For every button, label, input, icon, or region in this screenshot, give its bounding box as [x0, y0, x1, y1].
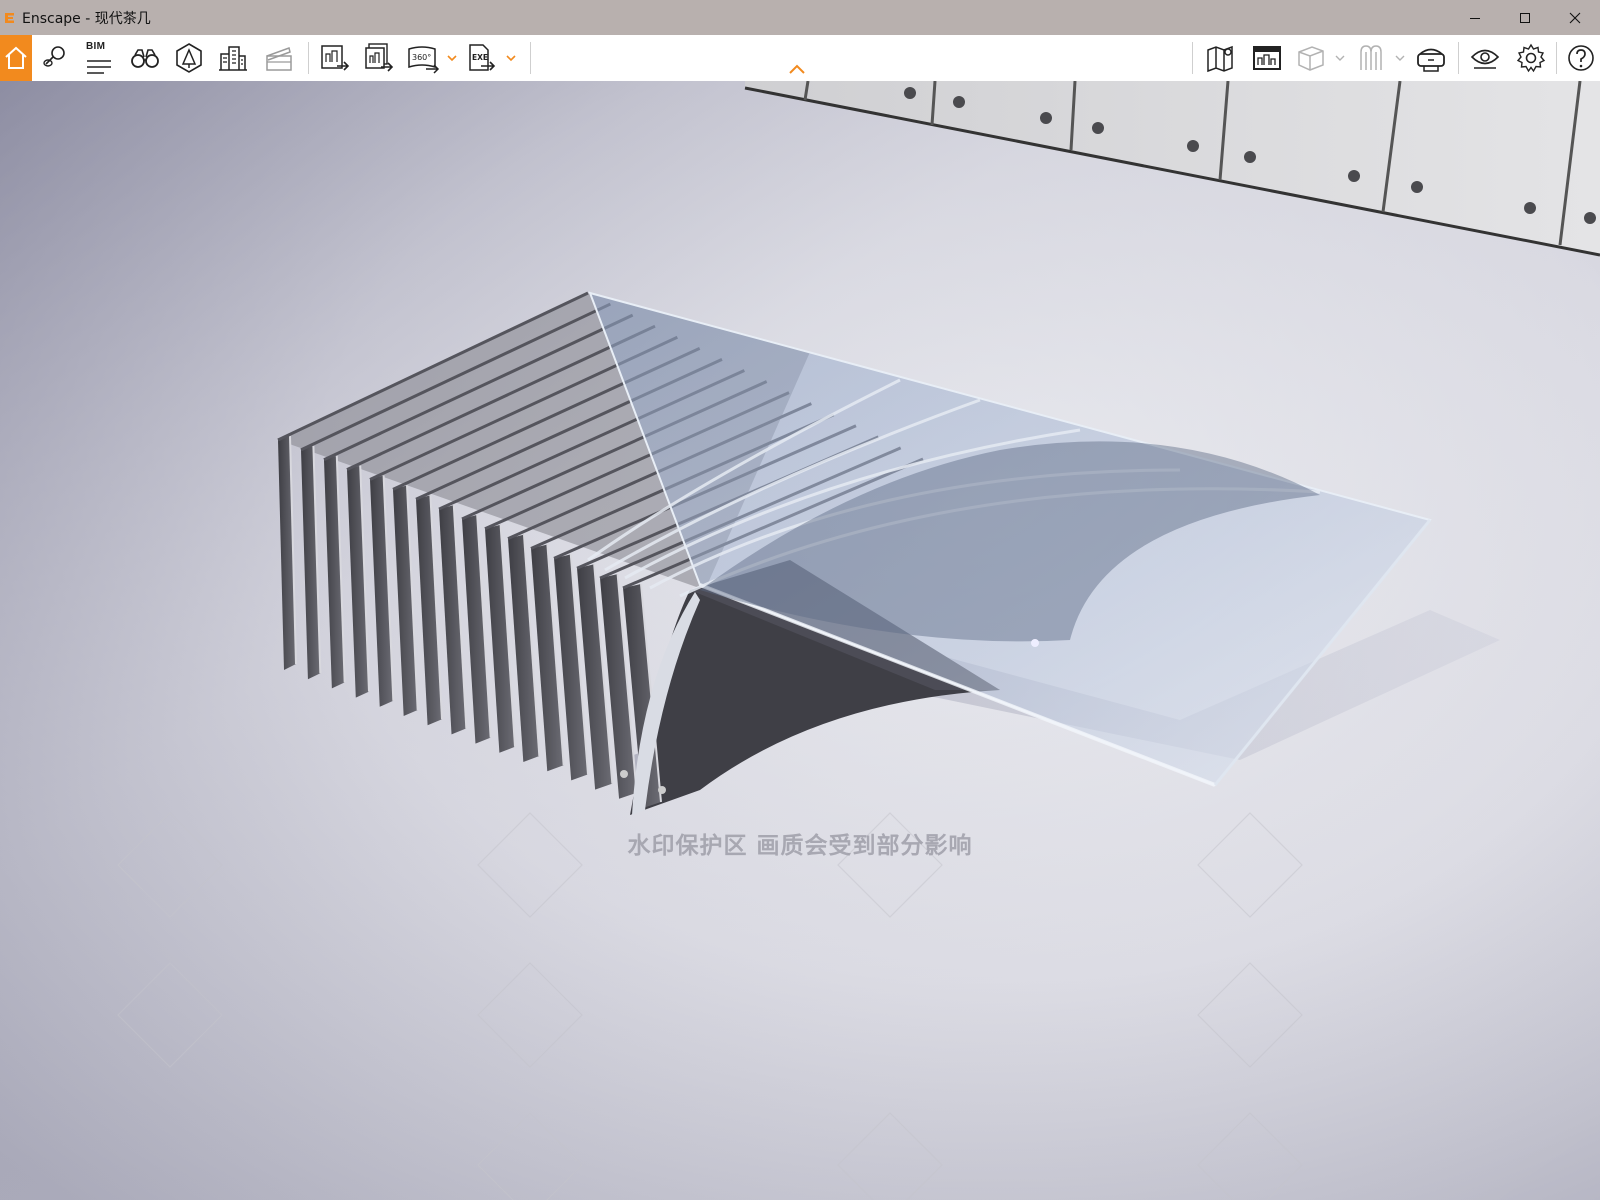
- buildings-button[interactable]: [216, 41, 250, 75]
- help-icon: [1568, 45, 1594, 71]
- visual-settings-icon: [1470, 49, 1500, 69]
- toolbar-separator: [1458, 42, 1459, 74]
- collapse-toolbar-chevron-up-icon[interactable]: [788, 63, 806, 75]
- watermark-notice: 水印保护区 画质会受到部分影响: [627, 833, 973, 859]
- binoculars-icon: [131, 49, 159, 68]
- panorama-360-icon: 360°: [408, 46, 440, 74]
- vr-headset-button[interactable]: [1414, 41, 1448, 75]
- gear-icon: [1516, 43, 1546, 73]
- minimap-button[interactable]: [1250, 41, 1284, 75]
- vr-headset-icon: [1417, 48, 1445, 72]
- visual-settings-button[interactable]: [1468, 41, 1502, 75]
- cube-icon: [1298, 46, 1324, 71]
- enscape-logo-icon: [5, 12, 14, 23]
- screenshot-export-button[interactable]: [318, 41, 352, 75]
- toolbar-separator: [308, 42, 309, 74]
- view-management-button[interactable]: [38, 41, 72, 75]
- close-button[interactable]: [1550, 0, 1600, 35]
- buildings-icon: [219, 46, 247, 71]
- svg-text:EXE: EXE: [472, 53, 488, 62]
- video-editor-button[interactable]: [262, 41, 296, 75]
- panorama-dropdown-chevron-icon[interactable]: [446, 52, 458, 64]
- maximize-icon: [1520, 12, 1530, 23]
- minimize-button[interactable]: [1450, 0, 1500, 35]
- batch-render-icon: [365, 43, 394, 72]
- main-toolbar: BIM 360° EXE: [0, 35, 1600, 82]
- exe-export-button[interactable]: EXE: [464, 41, 498, 75]
- toolbar-separator: [1192, 42, 1193, 74]
- settings-button[interactable]: [1514, 41, 1548, 75]
- window-title: Enscape - 现代茶几: [22, 10, 151, 27]
- rendered-scene: [0, 81, 1600, 1200]
- video-editor-icon: [266, 47, 292, 71]
- map-button[interactable]: [1204, 41, 1238, 75]
- window-controls: [1450, 0, 1600, 35]
- minimize-icon: [1470, 17, 1480, 19]
- exe-dropdown-chevron-icon[interactable]: [505, 52, 517, 64]
- render-viewport[interactable]: 水印保护区 画质会受到部分影响: [0, 81, 1600, 1200]
- orthographic-view-button[interactable]: [1294, 41, 1328, 75]
- asset-library-button[interactable]: [172, 41, 206, 75]
- atmosphere-dropdown-chevron-icon[interactable]: [1394, 52, 1406, 64]
- toolbar-separator: [530, 42, 531, 74]
- minimap-icon: [1253, 46, 1281, 70]
- panorama-button[interactable]: 360°: [406, 41, 440, 75]
- toolbar-separator: [1556, 42, 1557, 74]
- title-bar: Enscape - 现代茶几: [0, 0, 1600, 35]
- map-icon: [1207, 45, 1233, 73]
- help-button[interactable]: [1564, 41, 1598, 75]
- screenshot-export-icon: [321, 45, 350, 71]
- atmosphere-icon: [1360, 45, 1382, 70]
- exe-export-icon: EXE: [469, 44, 496, 71]
- close-icon: [1569, 12, 1581, 23]
- asset-library-icon: [176, 43, 202, 73]
- bim-info-button[interactable]: [82, 45, 116, 79]
- view-management-icon: [43, 46, 65, 67]
- svg-text:360°: 360°: [412, 53, 431, 62]
- walk-fly-button[interactable]: [128, 41, 162, 75]
- atmosphere-button[interactable]: [1354, 41, 1388, 75]
- home-button[interactable]: [0, 35, 32, 81]
- maximize-button[interactable]: [1500, 0, 1550, 35]
- view-dropdown-chevron-icon[interactable]: [1334, 52, 1346, 64]
- home-icon: [5, 46, 27, 69]
- batch-render-button[interactable]: [362, 41, 396, 75]
- bim-info-icon: [87, 60, 111, 74]
